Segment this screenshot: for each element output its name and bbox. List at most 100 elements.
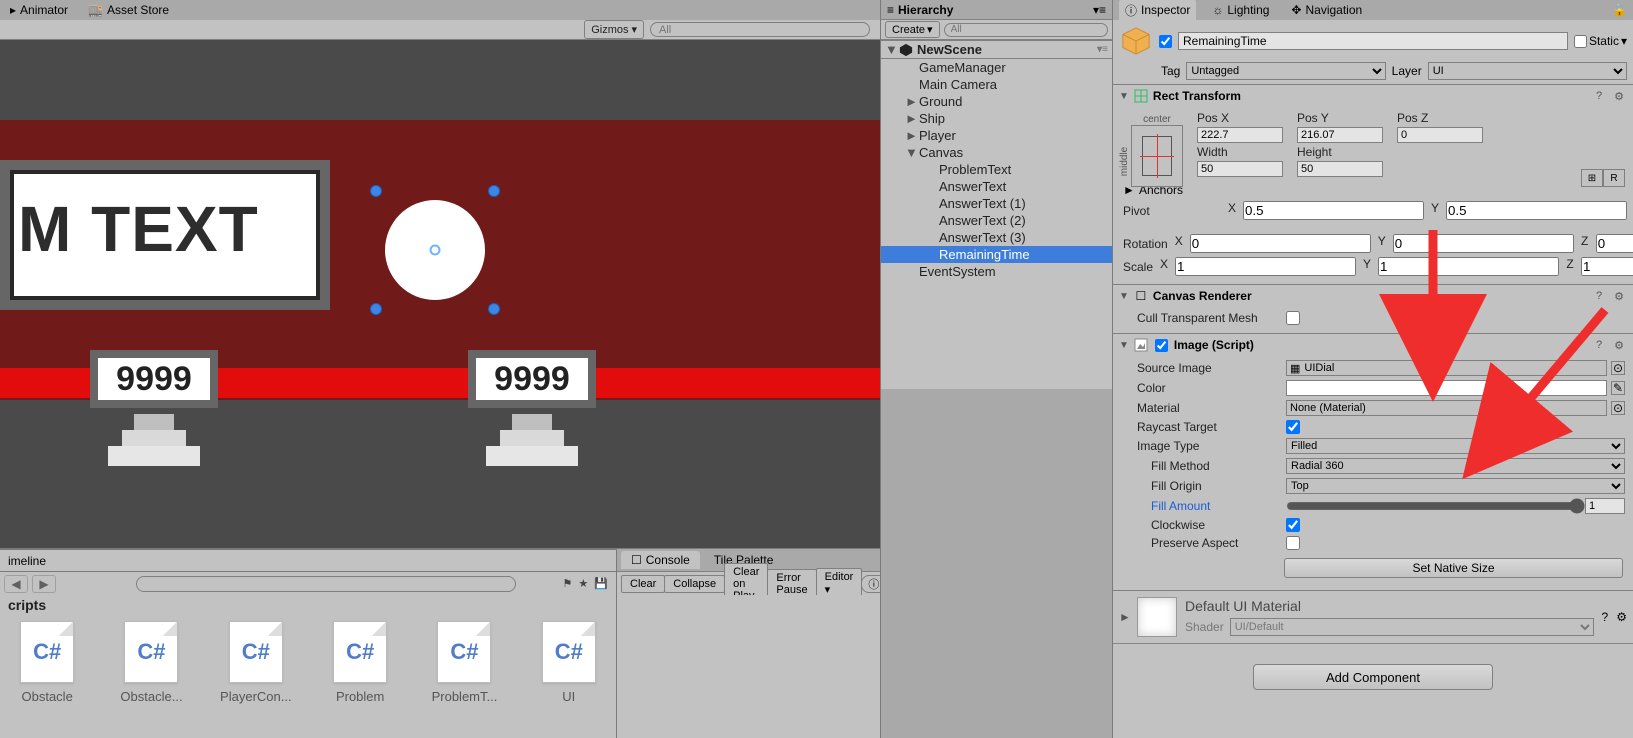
- scale-y-input[interactable]: [1378, 257, 1559, 276]
- asset-item[interactable]: C#UI: [532, 621, 606, 732]
- resize-handle-bl[interactable]: [371, 304, 381, 314]
- tab-animator[interactable]: ▸ Animator: [10, 3, 68, 17]
- pos-z-input[interactable]: [1397, 127, 1483, 143]
- shader-dropdown[interactable]: UI/Default: [1230, 618, 1594, 636]
- resize-handle-br[interactable]: [489, 304, 499, 314]
- hierarchy-item[interactable]: AnswerText (2): [881, 212, 1112, 229]
- help-icon[interactable]: ?: [1591, 88, 1607, 104]
- fold-icon[interactable]: ►: [905, 94, 915, 109]
- scale-z-input[interactable]: [1581, 257, 1633, 276]
- selected-dial[interactable]: [375, 190, 495, 310]
- cull-checkbox[interactable]: [1286, 311, 1300, 325]
- hierarchy-item[interactable]: GameManager: [881, 59, 1112, 76]
- raycast-checkbox[interactable]: [1286, 420, 1300, 434]
- raw-mode-button[interactable]: R: [1603, 169, 1625, 187]
- asset-item[interactable]: C#PlayerCon...: [219, 621, 293, 732]
- color-field[interactable]: [1286, 380, 1607, 396]
- problem-text-box[interactable]: M TEXT: [0, 160, 330, 310]
- source-image-field[interactable]: ▦UIDial: [1286, 360, 1607, 376]
- tab-lighting[interactable]: ☼Lighting: [1206, 1, 1275, 19]
- asset-item[interactable]: C#ProblemT...: [427, 621, 501, 732]
- rect-transform-header[interactable]: ▼ Rect Transform ? ⚙: [1113, 85, 1633, 107]
- fold-icon[interactable]: ▼: [885, 42, 895, 57]
- fold-icon[interactable]: ►: [905, 128, 915, 143]
- resize-handle-tr[interactable]: [489, 186, 499, 196]
- fill-method-dropdown[interactable]: Radial 360: [1286, 458, 1625, 474]
- asset-item[interactable]: C#Obstacle: [10, 621, 84, 732]
- gear-icon[interactable]: ⚙: [1611, 88, 1627, 104]
- help-icon[interactable]: ?: [1591, 288, 1607, 304]
- breadcrumb[interactable]: cripts: [0, 595, 616, 615]
- blueprint-mode-button[interactable]: ⊞: [1581, 169, 1603, 187]
- material-header[interactable]: ► Default UI Material ShaderUI/Default ?…: [1113, 591, 1633, 644]
- scene-search-input[interactable]: [650, 22, 870, 37]
- hierarchy-item[interactable]: Main Camera: [881, 76, 1112, 93]
- static-toggle[interactable]: Static▾: [1574, 34, 1627, 48]
- hierarchy-item[interactable]: AnswerText: [881, 178, 1112, 195]
- rot-y-input[interactable]: [1393, 234, 1574, 253]
- hierarchy-item[interactable]: ►Ship: [881, 110, 1112, 127]
- resize-handle-tl[interactable]: [371, 186, 381, 196]
- object-picker-icon[interactable]: ⊙: [1611, 401, 1625, 415]
- width-input[interactable]: [1197, 161, 1283, 177]
- hierarchy-item[interactable]: RemainingTime: [881, 246, 1112, 263]
- pivot-y-input[interactable]: [1446, 201, 1627, 220]
- panel-menu-icon[interactable]: ▾≡: [1093, 3, 1106, 17]
- tab-navigation[interactable]: ✥Navigation: [1285, 1, 1368, 19]
- rot-x-input[interactable]: [1190, 234, 1371, 253]
- forward-button[interactable]: ▶: [32, 575, 56, 593]
- scene-view[interactable]: M TEXT 9999 9999: [0, 40, 880, 548]
- project-search-input[interactable]: [136, 576, 516, 592]
- hierarchy-item[interactable]: AnswerText (1): [881, 195, 1112, 212]
- pos-x-input[interactable]: [1197, 127, 1283, 143]
- answer-turret-1[interactable]: 9999: [84, 350, 224, 466]
- gameobject-icon[interactable]: [1119, 24, 1153, 58]
- answer-turret-2[interactable]: 9999: [462, 350, 602, 466]
- fill-origin-dropdown[interactable]: Top: [1286, 478, 1625, 494]
- height-input[interactable]: [1297, 161, 1383, 177]
- tab-timeline[interactable]: imeline: [0, 549, 616, 571]
- lock-icon[interactable]: 🔒: [1612, 3, 1627, 17]
- gear-icon[interactable]: ⚙: [1611, 337, 1627, 353]
- fill-amount-input[interactable]: [1585, 498, 1625, 514]
- create-dropdown[interactable]: Create▾: [885, 21, 940, 38]
- clockwise-checkbox[interactable]: [1286, 518, 1300, 532]
- hierarchy-item[interactable]: ▼Canvas: [881, 144, 1112, 161]
- scene-menu-icon[interactable]: ▾≡: [1097, 44, 1108, 55]
- hierarchy-item[interactable]: ProblemText: [881, 161, 1112, 178]
- center-handle[interactable]: [430, 245, 441, 256]
- hierarchy-search-input[interactable]: [944, 23, 1108, 37]
- pivot-x-input[interactable]: [1243, 201, 1424, 220]
- anchor-preset-button[interactable]: center middle: [1131, 125, 1183, 187]
- fold-icon[interactable]: ►: [905, 111, 915, 126]
- active-checkbox[interactable]: [1159, 35, 1172, 48]
- hierarchy-item[interactable]: EventSystem: [881, 263, 1112, 280]
- object-picker-icon[interactable]: ⊙: [1611, 361, 1625, 375]
- preserve-aspect-checkbox[interactable]: [1286, 536, 1300, 550]
- rot-z-input[interactable]: [1596, 234, 1633, 253]
- tab-console[interactable]: ☐ Console: [621, 551, 700, 569]
- gear-icon[interactable]: ⚙: [1616, 610, 1627, 624]
- back-button[interactable]: ◀: [4, 575, 28, 593]
- canvas-renderer-header[interactable]: ▼ ☐ Canvas Renderer ? ⚙: [1113, 285, 1633, 307]
- collapse-button[interactable]: Collapse: [664, 575, 725, 593]
- tag-dropdown[interactable]: Untagged: [1186, 62, 1385, 80]
- hierarchy-item[interactable]: ►Player: [881, 127, 1112, 144]
- scale-x-input[interactable]: [1175, 257, 1356, 276]
- tab-asset-store[interactable]: 🏬 Asset Store: [88, 3, 169, 17]
- star-icon[interactable]: ★: [578, 577, 588, 590]
- clear-button[interactable]: Clear: [621, 575, 665, 593]
- hierarchy-item[interactable]: AnswerText (3): [881, 229, 1112, 246]
- gameobject-name-input[interactable]: [1178, 32, 1568, 50]
- layer-dropdown[interactable]: UI: [1428, 62, 1627, 80]
- help-icon[interactable]: ?: [1602, 610, 1609, 624]
- gear-icon[interactable]: ⚙: [1611, 288, 1627, 304]
- scene-header[interactable]: ▼ NewScene ▾≡: [881, 40, 1112, 59]
- pos-y-input[interactable]: [1297, 127, 1383, 143]
- asset-item[interactable]: C#Obstacle...: [114, 621, 188, 732]
- add-component-button[interactable]: Add Component: [1253, 664, 1493, 690]
- fill-amount-slider[interactable]: [1286, 498, 1585, 514]
- tab-inspector[interactable]: ⓘInspector: [1119, 0, 1196, 21]
- gizmos-dropdown[interactable]: Gizmos▾: [584, 20, 644, 39]
- chevron-down-icon[interactable]: ▾: [1621, 34, 1627, 48]
